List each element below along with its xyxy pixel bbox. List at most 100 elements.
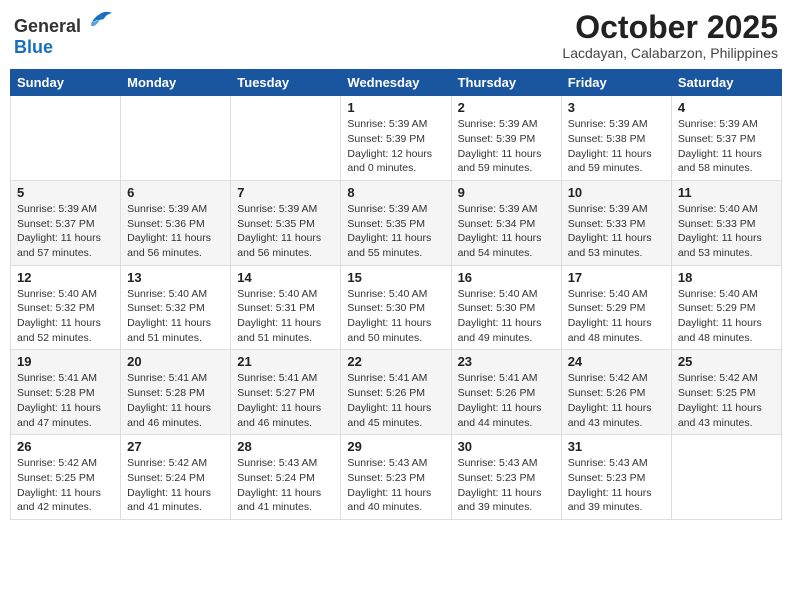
day-number: 24 bbox=[568, 354, 665, 369]
day-number: 23 bbox=[458, 354, 555, 369]
calendar-cell: 20Sunrise: 5:41 AM Sunset: 5:28 PM Dayli… bbox=[121, 350, 231, 435]
calendar-cell: 29 Sunrise: 5:43 AM Sunset: 5:23 PM Dayli… bbox=[341, 435, 451, 520]
day-number: 18 bbox=[678, 270, 775, 285]
day-info: Sunrise: 5:40 AM Sunset: 5:33 PM Dayligh… bbox=[678, 202, 775, 261]
logo-general: General bbox=[14, 16, 81, 36]
day-number: 20 bbox=[127, 354, 224, 369]
day-info: Sunrise: 5:39 AM Sunset: 5:39 PM Dayligh… bbox=[347, 117, 444, 176]
day-number: 3 bbox=[568, 100, 665, 115]
calendar-cell: 15 Sunrise: 5:40 AM Sunset: 5:30 PM Dayli… bbox=[341, 265, 451, 350]
day-number: 27 bbox=[127, 439, 224, 454]
day-info: Sunrise: 5:43 AM Sunset: 5:23 PM Dayligh… bbox=[458, 456, 555, 515]
day-info: Sunrise: 5:42 AM Sunset: 5:25 PM Dayligh… bbox=[17, 456, 114, 515]
logo-blue-row: Blue bbox=[14, 37, 53, 58]
calendar-cell: 26Sunrise: 5:42 AM Sunset: 5:25 PM Dayli… bbox=[11, 435, 121, 520]
calendar-cell: 11 Sunrise: 5:40 AM Sunset: 5:33 PM Dayli… bbox=[671, 180, 781, 265]
day-info: Sunrise: 5:40 AM Sunset: 5:29 PM Dayligh… bbox=[678, 287, 775, 346]
day-info: Sunrise: 5:41 AM Sunset: 5:28 PM Dayligh… bbox=[17, 371, 114, 430]
calendar-cell: 25Sunrise: 5:42 AM Sunset: 5:25 PM Dayli… bbox=[671, 350, 781, 435]
calendar-cell: 24 Sunrise: 5:42 AM Sunset: 5:26 PM Dayli… bbox=[561, 350, 671, 435]
day-number: 4 bbox=[678, 100, 775, 115]
weekday-wednesday: Wednesday bbox=[341, 70, 451, 96]
weekday-header-row: SundayMondayTuesdayWednesdayThursdayFrid… bbox=[11, 70, 782, 96]
day-number: 31 bbox=[568, 439, 665, 454]
day-number: 7 bbox=[237, 185, 334, 200]
day-number: 21 bbox=[237, 354, 334, 369]
calendar-cell: 18 Sunrise: 5:40 AM Sunset: 5:29 PM Dayli… bbox=[671, 265, 781, 350]
day-info: Sunrise: 5:39 AM Sunset: 5:37 PM Dayligh… bbox=[678, 117, 775, 176]
calendar-week-5: 26Sunrise: 5:42 AM Sunset: 5:25 PM Dayli… bbox=[11, 435, 782, 520]
calendar-cell: 28 Sunrise: 5:43 AM Sunset: 5:24 PM Dayli… bbox=[231, 435, 341, 520]
calendar-cell: 30 Sunrise: 5:43 AM Sunset: 5:23 PM Dayli… bbox=[451, 435, 561, 520]
calendar-cell bbox=[671, 435, 781, 520]
day-info: Sunrise: 5:40 AM Sunset: 5:31 PM Dayligh… bbox=[237, 287, 334, 346]
day-info: Sunrise: 5:40 AM Sunset: 5:32 PM Dayligh… bbox=[17, 287, 114, 346]
logo-text: General bbox=[14, 10, 114, 37]
day-number: 17 bbox=[568, 270, 665, 285]
day-info: Sunrise: 5:41 AM Sunset: 5:26 PM Dayligh… bbox=[347, 371, 444, 430]
page-header: General Blue October 2025 Lacdayan, Cala… bbox=[10, 10, 782, 61]
day-number: 5 bbox=[17, 185, 114, 200]
day-info: Sunrise: 5:39 AM Sunset: 5:37 PM Dayligh… bbox=[17, 202, 114, 261]
calendar-cell: 27 Sunrise: 5:42 AM Sunset: 5:24 PM Dayli… bbox=[121, 435, 231, 520]
day-number: 19 bbox=[17, 354, 114, 369]
day-info: Sunrise: 5:42 AM Sunset: 5:24 PM Dayligh… bbox=[127, 456, 224, 515]
day-number: 29 bbox=[347, 439, 444, 454]
day-number: 28 bbox=[237, 439, 334, 454]
day-info: Sunrise: 5:39 AM Sunset: 5:34 PM Dayligh… bbox=[458, 202, 555, 261]
weekday-thursday: Thursday bbox=[451, 70, 561, 96]
weekday-friday: Friday bbox=[561, 70, 671, 96]
day-info: Sunrise: 5:39 AM Sunset: 5:33 PM Dayligh… bbox=[568, 202, 665, 261]
calendar-cell: 12Sunrise: 5:40 AM Sunset: 5:32 PM Dayli… bbox=[11, 265, 121, 350]
calendar-cell: 17 Sunrise: 5:40 AM Sunset: 5:29 PM Dayli… bbox=[561, 265, 671, 350]
day-number: 15 bbox=[347, 270, 444, 285]
day-number: 11 bbox=[678, 185, 775, 200]
calendar-week-1: 1 Sunrise: 5:39 AM Sunset: 5:39 PM Daylig… bbox=[11, 96, 782, 181]
calendar-body: 1 Sunrise: 5:39 AM Sunset: 5:39 PM Daylig… bbox=[11, 96, 782, 520]
logo-bird-icon bbox=[86, 10, 114, 32]
calendar-cell: 8Sunrise: 5:39 AM Sunset: 5:35 PM Daylig… bbox=[341, 180, 451, 265]
calendar-week-4: 19 Sunrise: 5:41 AM Sunset: 5:28 PM Dayli… bbox=[11, 350, 782, 435]
day-info: Sunrise: 5:43 AM Sunset: 5:23 PM Dayligh… bbox=[347, 456, 444, 515]
location-subtitle: Lacdayan, Calabarzon, Philippines bbox=[562, 45, 778, 61]
day-info: Sunrise: 5:39 AM Sunset: 5:35 PM Dayligh… bbox=[237, 202, 334, 261]
day-number: 6 bbox=[127, 185, 224, 200]
day-info: Sunrise: 5:40 AM Sunset: 5:29 PM Dayligh… bbox=[568, 287, 665, 346]
day-number: 13 bbox=[127, 270, 224, 285]
day-info: Sunrise: 5:39 AM Sunset: 5:39 PM Dayligh… bbox=[458, 117, 555, 176]
calendar-cell: 2Sunrise: 5:39 AM Sunset: 5:39 PM Daylig… bbox=[451, 96, 561, 181]
logo: General Blue bbox=[14, 10, 114, 58]
calendar-cell: 1 Sunrise: 5:39 AM Sunset: 5:39 PM Daylig… bbox=[341, 96, 451, 181]
calendar-cell: 7 Sunrise: 5:39 AM Sunset: 5:35 PM Daylig… bbox=[231, 180, 341, 265]
calendar-cell: 22 Sunrise: 5:41 AM Sunset: 5:26 PM Dayli… bbox=[341, 350, 451, 435]
calendar-cell: 16 Sunrise: 5:40 AM Sunset: 5:30 PM Dayli… bbox=[451, 265, 561, 350]
day-info: Sunrise: 5:40 AM Sunset: 5:30 PM Dayligh… bbox=[347, 287, 444, 346]
calendar-cell: 4 Sunrise: 5:39 AM Sunset: 5:37 PM Daylig… bbox=[671, 96, 781, 181]
day-number: 25 bbox=[678, 354, 775, 369]
weekday-sunday: Sunday bbox=[11, 70, 121, 96]
day-number: 16 bbox=[458, 270, 555, 285]
month-year-title: October 2025 bbox=[562, 10, 778, 45]
day-info: Sunrise: 5:43 AM Sunset: 5:24 PM Dayligh… bbox=[237, 456, 334, 515]
calendar-cell: 9 Sunrise: 5:39 AM Sunset: 5:34 PM Daylig… bbox=[451, 180, 561, 265]
day-info: Sunrise: 5:40 AM Sunset: 5:30 PM Dayligh… bbox=[458, 287, 555, 346]
day-info: Sunrise: 5:39 AM Sunset: 5:36 PM Dayligh… bbox=[127, 202, 224, 261]
day-number: 10 bbox=[568, 185, 665, 200]
calendar-cell bbox=[11, 96, 121, 181]
day-number: 1 bbox=[347, 100, 444, 115]
weekday-tuesday: Tuesday bbox=[231, 70, 341, 96]
calendar-cell bbox=[121, 96, 231, 181]
day-number: 22 bbox=[347, 354, 444, 369]
calendar-cell: 14Sunrise: 5:40 AM Sunset: 5:31 PM Dayli… bbox=[231, 265, 341, 350]
calendar-cell: 6 Sunrise: 5:39 AM Sunset: 5:36 PM Daylig… bbox=[121, 180, 231, 265]
calendar-cell: 5 Sunrise: 5:39 AM Sunset: 5:37 PM Daylig… bbox=[11, 180, 121, 265]
day-info: Sunrise: 5:42 AM Sunset: 5:26 PM Dayligh… bbox=[568, 371, 665, 430]
weekday-saturday: Saturday bbox=[671, 70, 781, 96]
day-number: 30 bbox=[458, 439, 555, 454]
title-area: October 2025 Lacdayan, Calabarzon, Phili… bbox=[562, 10, 778, 61]
calendar-cell bbox=[231, 96, 341, 181]
day-info: Sunrise: 5:41 AM Sunset: 5:27 PM Dayligh… bbox=[237, 371, 334, 430]
calendar-cell: 13 Sunrise: 5:40 AM Sunset: 5:32 PM Dayli… bbox=[121, 265, 231, 350]
day-number: 9 bbox=[458, 185, 555, 200]
day-info: Sunrise: 5:40 AM Sunset: 5:32 PM Dayligh… bbox=[127, 287, 224, 346]
